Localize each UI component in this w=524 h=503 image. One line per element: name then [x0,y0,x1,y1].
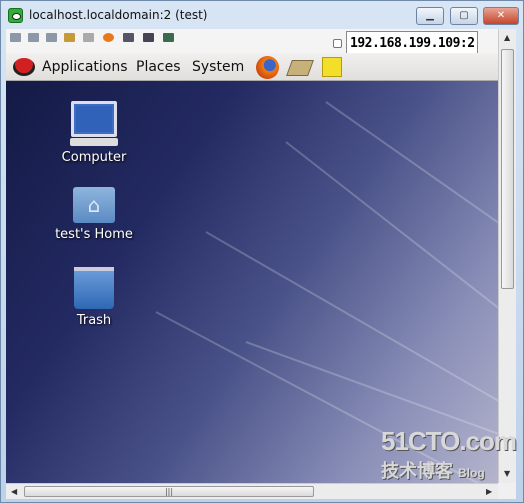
maximize-button[interactable]: ▢ [450,7,478,25]
screenshot-icon[interactable] [286,60,314,76]
scroll-right-icon[interactable]: ▶ [486,487,492,496]
trash-icon [74,267,114,309]
maximize-icon: ▢ [459,10,469,21]
gnome-top-panel: Applications Places System [6,53,498,81]
toolbar-checkbox[interactable] [333,39,342,48]
menu-system[interactable]: System [192,59,244,75]
desktop-icon-trash[interactable]: Trash [39,267,149,328]
horizontal-scroll-thumb[interactable]: ||| [24,486,314,497]
watermark: 51CTO.com 技术博客 Blog [381,426,517,483]
fullscreen-icon[interactable] [143,33,154,42]
scroll-left-icon[interactable]: ◀ [11,487,17,496]
redhat-logo-icon [13,58,35,76]
firefox-icon[interactable] [256,56,279,79]
vertical-scroll-thumb[interactable] [501,49,514,289]
icon-label: test's Home [55,227,133,242]
computer-icon [71,101,117,137]
icon-label: Computer [61,150,127,165]
refresh-icon[interactable] [46,33,57,42]
vertical-scrollbar[interactable]: ▲ ▼ [498,29,516,483]
watermark-sub: 技术博客 [381,461,453,481]
minimize-icon: ▁ [426,10,434,21]
options-icon[interactable] [10,33,21,42]
clipboard-icon[interactable] [83,33,94,42]
chat-icon[interactable] [123,33,134,42]
vnc-viewer-window: localhost.localdomain:2 (test) ▁ ▢ ✕ 192… [0,0,524,503]
menu-applications[interactable]: Applications [42,59,128,75]
title-bar[interactable]: localhost.localdomain:2 (test) ▁ ▢ ✕ [1,1,523,29]
send-ctrl-alt-del-icon[interactable] [64,33,75,42]
horizontal-scrollbar[interactable]: ◀ ||| ▶ [6,483,498,499]
vnc-app-icon [8,8,23,23]
menu-places[interactable]: Places [136,59,181,75]
minimize-button[interactable]: ▁ [416,7,444,25]
watermark-brand: 51CTO.com [381,426,517,456]
desktop[interactable]: Computer ⌂ test's Home Trash [6,81,498,483]
file-transfer-icon[interactable] [103,33,114,42]
exit-icon[interactable] [163,33,174,42]
connection-info-icon[interactable] [28,33,39,42]
close-icon: ✕ [496,10,506,21]
home-folder-icon: ⌂ [73,187,115,223]
icon-label: Trash [76,313,112,328]
close-button[interactable]: ✕ [483,7,519,25]
watermark-blog: Blog [458,466,485,480]
scroll-up-icon[interactable]: ▲ [504,33,510,42]
desktop-icon-computer[interactable]: Computer [39,101,149,165]
desktop-icon-home[interactable]: ⌂ test's Home [39,187,149,242]
notes-icon[interactable] [322,57,342,77]
window-title: localhost.localdomain:2 (test) [29,8,208,22]
